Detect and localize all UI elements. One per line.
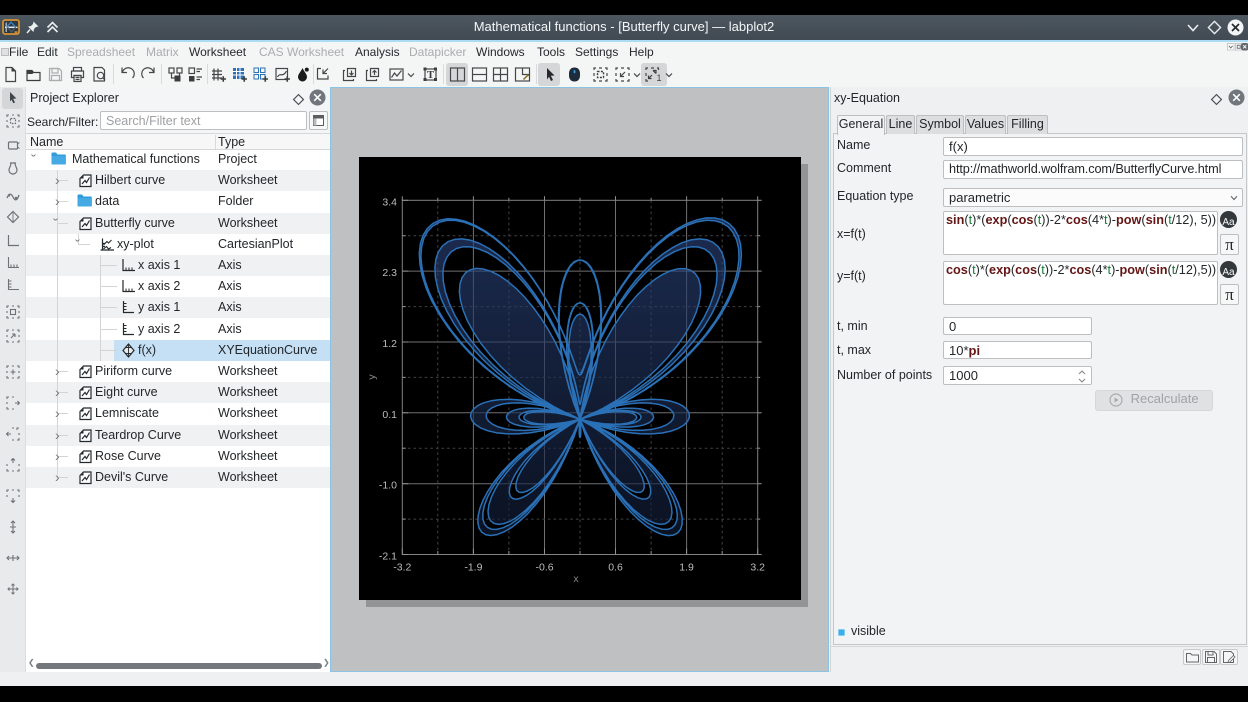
svg-text:-2.1: -2.1 — [379, 551, 397, 563]
svg-text:3.4: 3.4 — [382, 196, 397, 208]
svg-text:0.1: 0.1 — [382, 409, 397, 421]
svg-text:y: y — [366, 374, 378, 380]
svg-text:0.6: 0.6 — [608, 562, 623, 574]
svg-text:1.9: 1.9 — [679, 562, 694, 574]
svg-text:-1.0: -1.0 — [379, 480, 397, 492]
svg-text:-0.6: -0.6 — [535, 562, 553, 574]
svg-text:-3.2: -3.2 — [393, 562, 411, 574]
svg-text:1: 1 — [657, 73, 662, 83]
svg-text:x: x — [573, 573, 579, 585]
svg-text:-1.9: -1.9 — [464, 562, 482, 574]
svg-text:T: T — [427, 69, 435, 81]
svg-text:1.2: 1.2 — [382, 338, 397, 350]
svg-text:2.3: 2.3 — [382, 267, 397, 279]
svg-text:3.2: 3.2 — [750, 562, 765, 574]
